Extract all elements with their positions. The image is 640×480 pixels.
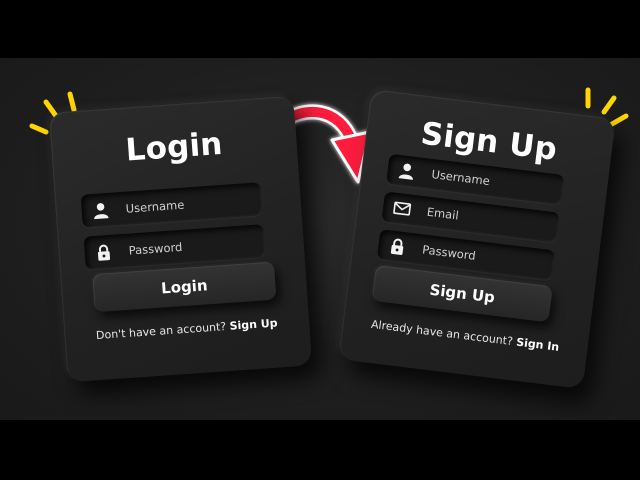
letterbox-top bbox=[0, 0, 640, 58]
login-footer: Don't have an account? Sign Up bbox=[64, 314, 309, 344]
username-field[interactable]: Username bbox=[80, 182, 263, 228]
signup-footer-text: Already have an account? bbox=[370, 317, 514, 349]
user-icon bbox=[398, 163, 413, 180]
login-title: Login bbox=[124, 125, 224, 169]
letterbox-bottom bbox=[0, 420, 640, 480]
password-placeholder: Password bbox=[128, 239, 183, 258]
lock-icon bbox=[390, 238, 404, 255]
password-field[interactable]: Password bbox=[83, 224, 266, 270]
username-placeholder: Username bbox=[125, 197, 185, 216]
lock-icon bbox=[97, 244, 111, 261]
sign-in-link[interactable]: Sign In bbox=[515, 336, 559, 354]
login-footer-text: Don't have an account? bbox=[95, 320, 227, 343]
login-button[interactable]: Login bbox=[92, 261, 277, 313]
signup-email-placeholder: Email bbox=[426, 204, 460, 223]
user-icon bbox=[94, 202, 109, 219]
login-card: Login Username Password Login Don't have… bbox=[48, 95, 313, 383]
sign-up-link[interactable]: Sign Up bbox=[229, 316, 278, 332]
signup-card: Sign Up Username Email Password Sign Up … bbox=[338, 89, 616, 389]
signup-password-placeholder: Password bbox=[421, 242, 477, 263]
signup-username-placeholder: Username bbox=[430, 167, 491, 189]
mail-icon bbox=[393, 201, 412, 216]
signup-footer: Already have an account? Sign In bbox=[342, 314, 588, 357]
